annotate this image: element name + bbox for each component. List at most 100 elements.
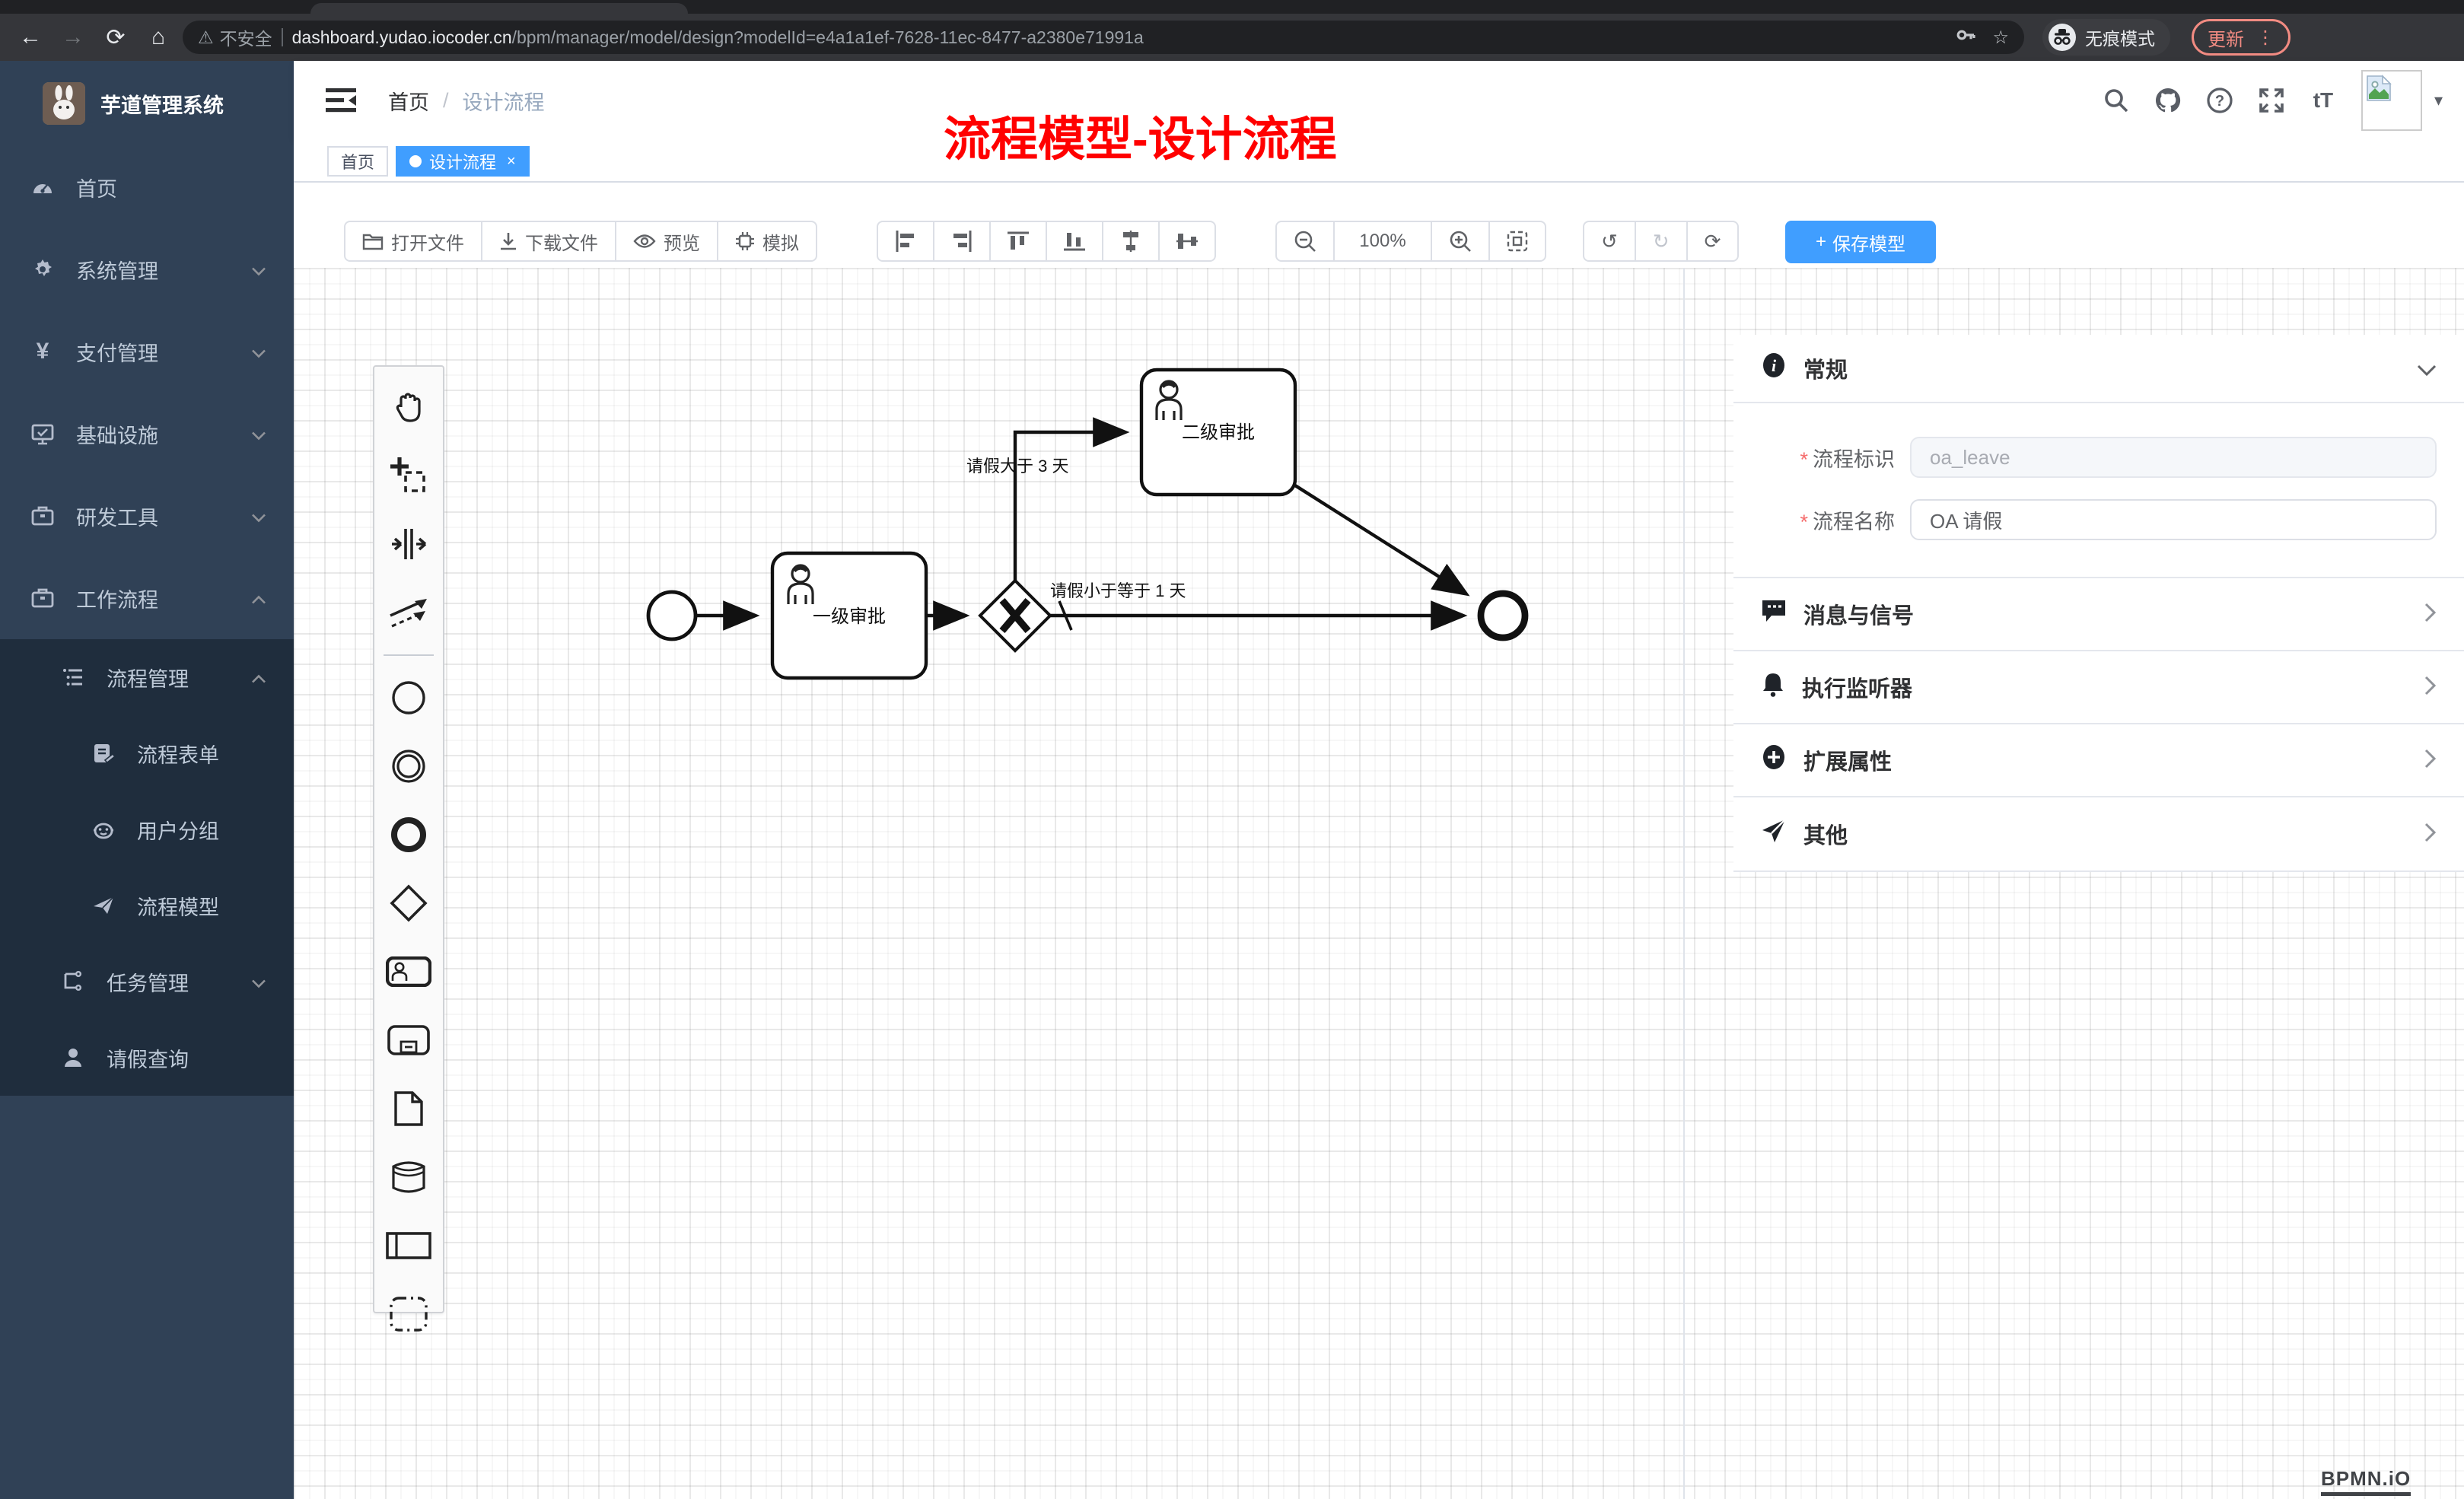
chrome-update-button[interactable]: 更新 ⋮: [2192, 19, 2291, 56]
chrome-menu-icon[interactable]: ⋮: [2256, 27, 2275, 49]
sidebar-item-label: 首页: [76, 173, 117, 202]
sidebar-item-payment[interactable]: ¥ 支付管理: [0, 310, 294, 393]
redo-button[interactable]: ↻: [1636, 222, 1688, 260]
open-file-button[interactable]: 打开文件: [345, 222, 482, 260]
close-icon[interactable]: ×: [507, 153, 516, 170]
sidebar-item-system[interactable]: 系统管理: [0, 228, 294, 310]
tab-home[interactable]: 首页: [327, 146, 388, 177]
sidebar-item-devtools[interactable]: 研发工具: [0, 475, 294, 557]
save-model-button[interactable]: + 保存模型: [1785, 221, 1936, 263]
undo-icon: ↺: [1601, 230, 1618, 253]
help-icon[interactable]: ?: [2194, 61, 2246, 140]
forward-icon[interactable]: →: [55, 19, 91, 56]
browser-active-tab[interactable]: [310, 3, 688, 14]
sidebar-item-task-mgmt[interactable]: 任务管理: [0, 944, 294, 1020]
create-gateway-icon[interactable]: [374, 869, 443, 937]
breadcrumb-home[interactable]: 首页: [388, 86, 429, 116]
preview-button[interactable]: 预览: [616, 222, 718, 260]
section-execution-listener[interactable]: 执行监听器: [1733, 651, 2464, 724]
dashboard-icon: [30, 175, 55, 199]
zoom-button-group: 100%: [1275, 221, 1546, 262]
global-connect-tool-icon[interactable]: [374, 578, 443, 647]
create-intermediate-event-icon[interactable]: [374, 732, 443, 800]
section-extended-attributes[interactable]: 扩展属性: [1733, 724, 2464, 797]
create-start-event-icon[interactable]: [374, 664, 443, 732]
sidebar-item-user-group[interactable]: 用户分组: [0, 791, 294, 867]
create-end-event-icon[interactable]: [374, 800, 443, 869]
chevron-right-icon: [2424, 746, 2437, 775]
process-key-input[interactable]: [1910, 437, 2437, 478]
svg-text:?: ?: [2215, 93, 2224, 110]
url-path: /bpm/manager/model/design?modelId=e4a1a1…: [512, 27, 1144, 47]
chevron-down-icon: [251, 970, 266, 994]
create-participant-icon[interactable]: [374, 1211, 443, 1280]
sidebar-item-process-form[interactable]: 流程表单: [0, 715, 294, 791]
zoom-reset-button[interactable]: [1490, 222, 1545, 260]
process-name-input[interactable]: [1910, 499, 2437, 540]
section-other[interactable]: 其他: [1733, 797, 2464, 870]
fullscreen-icon[interactable]: [2246, 61, 2297, 140]
simulate-button[interactable]: 模拟: [718, 222, 816, 260]
security-label: 不安全: [220, 24, 272, 50]
github-icon[interactable]: [2142, 61, 2194, 140]
chevron-up-icon: [251, 666, 266, 689]
zoom-in-button[interactable]: [1432, 222, 1490, 260]
sidebar-item-leave-query[interactable]: 请假查询: [0, 1020, 294, 1096]
user-task-level1[interactable]: 一级审批: [772, 553, 926, 678]
key-icon[interactable]: [1956, 24, 1977, 51]
align-right-button[interactable]: [934, 222, 991, 260]
field-label-text: 流程标识: [1813, 448, 1895, 471]
hand-tool-icon[interactable]: [374, 373, 443, 441]
refresh-button[interactable]: ⟳: [1688, 222, 1738, 260]
bpmn-io-watermark[interactable]: BPMN.iO: [2321, 1467, 2411, 1496]
create-data-store-icon[interactable]: [374, 1143, 443, 1211]
space-tool-icon[interactable]: [374, 510, 443, 578]
section-general[interactable]: i 常规: [1733, 335, 2464, 403]
search-icon[interactable]: [2090, 61, 2142, 140]
section-message-signal[interactable]: 消息与信号: [1733, 578, 2464, 651]
align-vertical-center-button[interactable]: [1103, 222, 1160, 260]
address-bar[interactable]: ⚠ 不安全 dashboard.yudao.iocoder.cn/bpm/man…: [183, 21, 2024, 54]
task2-label: 二级审批: [1182, 422, 1255, 443]
create-group-icon[interactable]: [374, 1280, 443, 1348]
font-size-icon[interactable]: tT: [2297, 61, 2349, 140]
redo-icon: ↻: [1653, 230, 1670, 253]
sidebar-logo-row[interactable]: 芋道管理系统: [0, 61, 294, 146]
undo-button[interactable]: ↺: [1584, 222, 1636, 260]
zoom-out-button[interactable]: [1277, 222, 1335, 260]
sidebar-item-infra[interactable]: 基础设施: [0, 393, 294, 475]
sidebar-item-process-mgmt[interactable]: 流程管理: [0, 639, 294, 715]
bookmark-star-icon[interactable]: ☆: [1992, 27, 2009, 49]
download-file-button[interactable]: 下载文件: [482, 222, 616, 260]
security-chip[interactable]: ⚠ 不安全: [198, 24, 272, 50]
gear-icon: [30, 257, 55, 282]
create-user-task-icon[interactable]: [374, 937, 443, 1006]
tab-design-process[interactable]: 设计流程 ×: [396, 146, 530, 177]
align-horizontal-center-button[interactable]: [1160, 222, 1214, 260]
align-top-button[interactable]: [991, 222, 1047, 260]
zoom-value-label: 100%: [1359, 231, 1405, 252]
start-event[interactable]: [648, 592, 696, 639]
end-event[interactable]: [1481, 594, 1525, 638]
create-data-object-icon[interactable]: [374, 1074, 443, 1143]
lasso-tool-icon[interactable]: [374, 441, 443, 510]
flow-label-le1[interactable]: 请假小于等于 1 天: [1050, 581, 1186, 600]
sidebar-item-process-model[interactable]: 流程模型: [0, 867, 294, 944]
reload-icon[interactable]: ⟳: [97, 19, 134, 56]
user-task-level2[interactable]: 二级审批: [1141, 370, 1295, 495]
create-subprocess-icon[interactable]: [374, 1006, 443, 1074]
flow-task2-to-end[interactable]: [1295, 485, 1466, 594]
align-bottom-button[interactable]: [1047, 222, 1103, 260]
exclusive-gateway[interactable]: [980, 581, 1050, 651]
user-menu[interactable]: ▾: [2361, 70, 2443, 131]
align-left-button[interactable]: [878, 222, 934, 260]
sidebar-item-workflow[interactable]: 工作流程: [0, 557, 294, 639]
flow-label-gt3[interactable]: 请假大于 3 天: [966, 457, 1068, 476]
breadcrumb-current: 设计流程: [463, 86, 545, 116]
sidebar-item-home[interactable]: 首页: [0, 146, 294, 228]
back-icon[interactable]: ←: [12, 19, 49, 56]
sidebar-collapse-icon[interactable]: [324, 84, 358, 117]
flow-gateway-to-task2[interactable]: [1015, 432, 1125, 581]
breadcrumb: 首页 / 设计流程: [388, 61, 545, 140]
home-icon[interactable]: ⌂: [140, 19, 177, 56]
